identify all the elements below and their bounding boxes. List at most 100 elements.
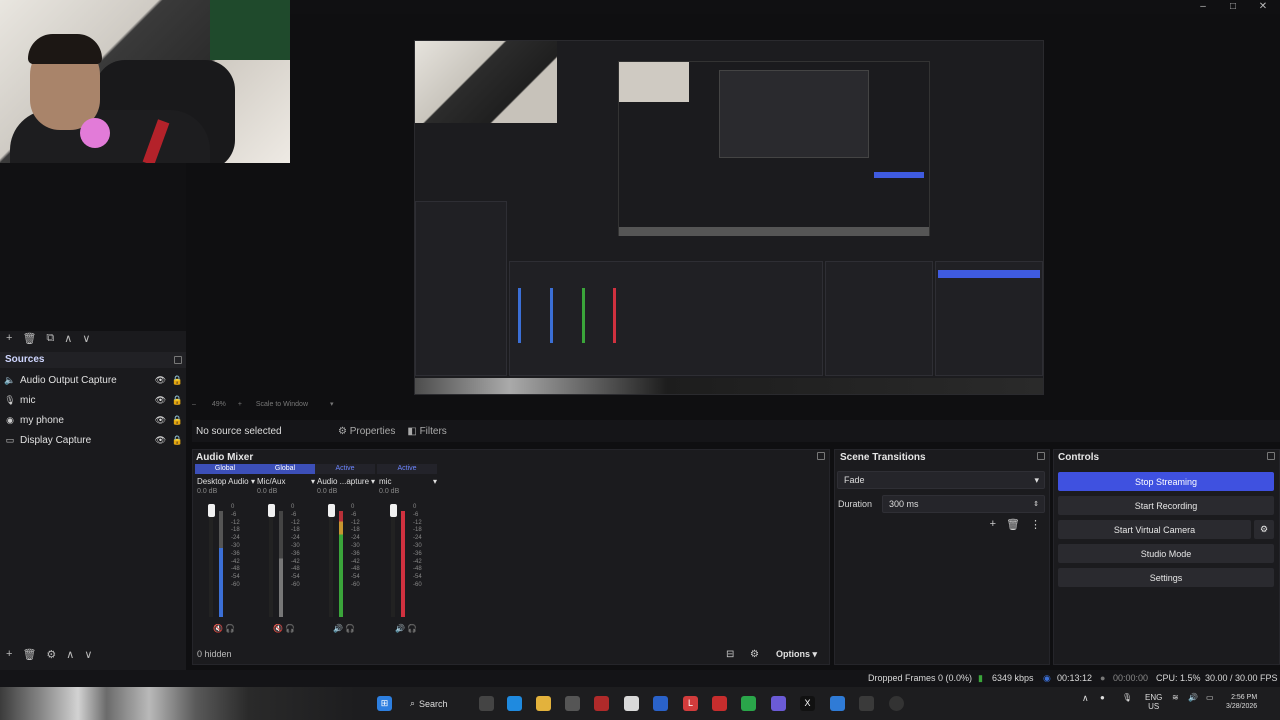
- mixer-layout-icon[interactable]: ⊟: [726, 649, 734, 660]
- start-recording-button[interactable]: Start Recording: [1058, 496, 1274, 515]
- source-item[interactable]: ▭ Display Capture 👁 🔒: [0, 430, 186, 450]
- float-dock-icon[interactable]: [1267, 452, 1275, 460]
- headphones-icon[interactable]: 🎧: [285, 624, 295, 633]
- transition-select[interactable]: Fade ▾: [837, 471, 1045, 489]
- battery-icon[interactable]: ▭: [1206, 693, 1214, 702]
- fader-knob[interactable]: [390, 504, 397, 517]
- channel-name-row[interactable]: Mic/Aux ▾: [255, 474, 315, 488]
- zoom-in-button[interactable]: +: [238, 401, 242, 408]
- channel-name-row[interactable]: mic ▾: [377, 474, 437, 488]
- remove-transition-button[interactable]: 🗑: [1006, 518, 1020, 531]
- wifi-icon[interactable]: ≋: [1172, 693, 1179, 702]
- headphones-icon[interactable]: 🎧: [345, 624, 355, 633]
- options-button[interactable]: Options ▾: [776, 649, 817, 660]
- obs-icon[interactable]: [889, 696, 904, 711]
- tray-chevron-icon[interactable]: ∧: [1082, 693, 1089, 704]
- language-indicator[interactable]: ENG US: [1145, 693, 1162, 711]
- headphones-icon[interactable]: 🎧: [225, 624, 235, 633]
- lock-icon[interactable]: 🔒: [169, 435, 186, 446]
- channel-name-row[interactable]: Desktop Audio ▾: [195, 474, 255, 488]
- windows-start-icon[interactable]: ⊞: [377, 696, 392, 711]
- scene-down-button[interactable]: ∨: [82, 332, 90, 345]
- edge-alt-icon[interactable]: [830, 696, 845, 711]
- zoom-out-button[interactable]: –: [192, 401, 196, 408]
- edge-icon[interactable]: [653, 696, 668, 711]
- volume-icon[interactable]: 🔊: [1188, 693, 1198, 702]
- maximize-button[interactable]: □: [1218, 0, 1248, 14]
- channel-name-row[interactable]: Audio ...apture ▾: [315, 474, 375, 488]
- source-down-button[interactable]: ∨: [84, 648, 92, 661]
- app-purple-icon[interactable]: [771, 696, 786, 711]
- file-explorer-icon[interactable]: [536, 696, 551, 711]
- minimize-button[interactable]: –: [1188, 0, 1218, 14]
- store-icon[interactable]: [565, 696, 580, 711]
- speaker-icon[interactable]: 🔊: [395, 624, 405, 633]
- tray-mic-icon[interactable]: 🎙: [1122, 693, 1132, 702]
- app-l-icon[interactable]: L: [683, 696, 698, 711]
- eye-icon[interactable]: 👁: [152, 395, 169, 406]
- fader-knob[interactable]: [208, 504, 215, 517]
- app-window-icon[interactable]: [859, 696, 874, 711]
- fader-knob[interactable]: [328, 504, 335, 517]
- whatsapp-icon[interactable]: [741, 696, 756, 711]
- scale-mode[interactable]: Scale to Window: [256, 401, 308, 408]
- more-options-icon[interactable]: ⋮: [1030, 518, 1041, 531]
- source-up-button[interactable]: ∧: [66, 648, 74, 661]
- channel-menu-icon[interactable]: ▾: [433, 477, 437, 486]
- scene-up-button[interactable]: ∧: [64, 332, 72, 345]
- add-scene-button[interactable]: +: [6, 332, 12, 344]
- antivirus-icon[interactable]: [594, 696, 609, 711]
- volume-fader[interactable]: [390, 504, 397, 617]
- eye-icon[interactable]: 👁: [152, 415, 169, 426]
- hidden-count[interactable]: 0 hidden: [197, 649, 232, 659]
- eye-icon[interactable]: 👁: [152, 375, 169, 386]
- remove-scene-button[interactable]: 🗑: [22, 332, 36, 345]
- add-transition-button[interactable]: +: [990, 518, 996, 531]
- volume-fader[interactable]: [208, 504, 215, 617]
- duration-spinbox[interactable]: 300 ms ⇕: [882, 495, 1045, 513]
- preview-canvas[interactable]: [414, 40, 1044, 395]
- settings-button[interactable]: Settings: [1058, 568, 1274, 587]
- copilot-icon[interactable]: [507, 696, 522, 711]
- x-icon[interactable]: X: [800, 696, 815, 711]
- dropped-frames: Dropped Frames 0 (0.0%): [868, 673, 973, 683]
- source-item[interactable]: 🎙 mic 👁 🔒: [0, 390, 186, 410]
- scene-filters-button[interactable]: ⧉: [46, 332, 54, 345]
- channel-menu-icon[interactable]: ▾: [371, 477, 375, 486]
- fader-knob[interactable]: [268, 504, 275, 517]
- float-dock-icon[interactable]: [1037, 452, 1045, 460]
- spin-arrows-icon[interactable]: ⇕: [1033, 500, 1039, 508]
- remove-source-button[interactable]: 🗑: [22, 648, 36, 661]
- filters-button[interactable]: ◧ Filters: [401, 426, 452, 437]
- source-item[interactable]: ◉ my phone 👁 🔒: [0, 410, 186, 430]
- start-virtual-camera-button[interactable]: Start Virtual Camera: [1058, 520, 1251, 539]
- close-button[interactable]: ✕: [1248, 0, 1278, 14]
- lock-icon[interactable]: 🔒: [169, 415, 186, 426]
- stop-streaming-button[interactable]: Stop Streaming: [1058, 472, 1274, 491]
- lock-icon[interactable]: 🔒: [169, 375, 186, 386]
- tray-app-icon[interactable]: ●: [1100, 693, 1105, 702]
- volume-fader[interactable]: [328, 504, 335, 617]
- eye-icon[interactable]: 👁: [152, 435, 169, 446]
- source-settings-button[interactable]: ⚙: [46, 648, 56, 661]
- headphones-icon[interactable]: 🎧: [407, 624, 417, 633]
- properties-button[interactable]: ⚙ Properties: [332, 426, 401, 437]
- taskbar-search[interactable]: ⌕ Search: [410, 695, 464, 712]
- volume-fader[interactable]: [268, 504, 275, 617]
- float-dock-icon[interactable]: [174, 356, 182, 364]
- virtual-camera-settings-icon[interactable]: ⚙: [1254, 520, 1274, 539]
- add-source-button[interactable]: +: [6, 648, 12, 660]
- speaker-muted-icon[interactable]: 🔇: [213, 624, 223, 633]
- mixer-settings-icon[interactable]: ⚙: [750, 649, 759, 660]
- chrome-icon[interactable]: [624, 696, 639, 711]
- float-dock-icon[interactable]: [817, 452, 825, 460]
- lock-icon[interactable]: 🔒: [169, 395, 186, 406]
- speaker-icon[interactable]: 🔊: [333, 624, 343, 633]
- speaker-muted-icon[interactable]: 🔇: [273, 624, 283, 633]
- task-view-icon[interactable]: [479, 696, 494, 711]
- source-item[interactable]: 🔈 Audio Output Capture 👁 🔒: [0, 370, 186, 390]
- youtube-icon[interactable]: [712, 696, 727, 711]
- clock[interactable]: 2:56 PM 3/28/2026: [1226, 693, 1257, 711]
- studio-mode-button[interactable]: Studio Mode: [1058, 544, 1274, 563]
- chevron-down-icon[interactable]: ▾: [330, 401, 334, 408]
